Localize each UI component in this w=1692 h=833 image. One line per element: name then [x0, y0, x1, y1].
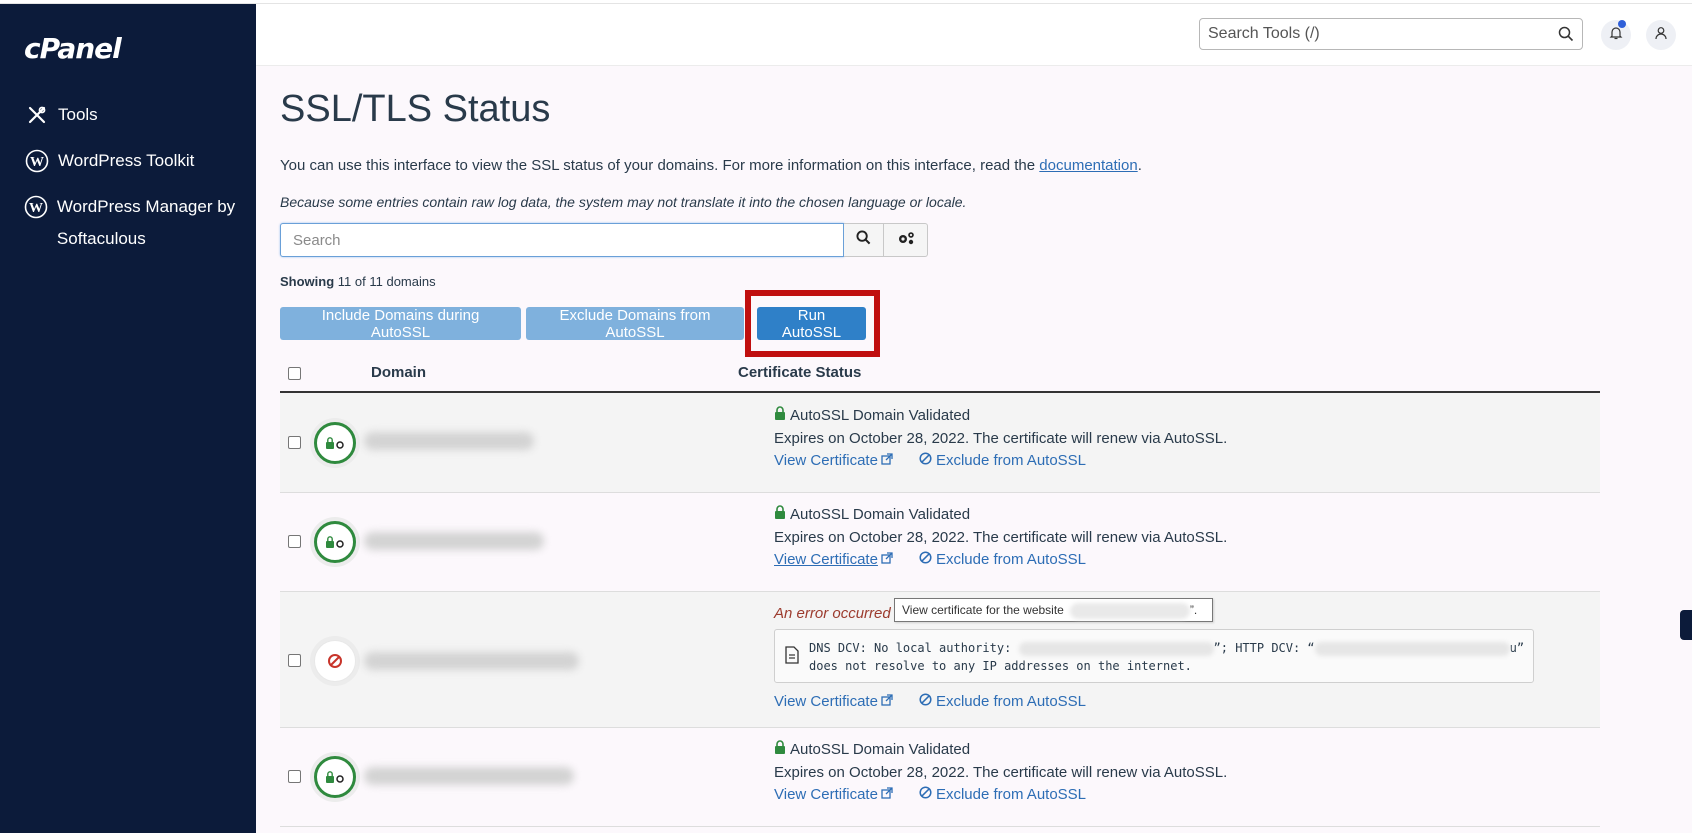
- validated-status-icon: [314, 422, 356, 464]
- error-status-icon: [314, 640, 356, 682]
- external-link-icon: [881, 693, 893, 710]
- search-icon: [856, 230, 871, 250]
- bell-icon: [1609, 26, 1623, 45]
- page-title: SSL/TLS Status: [280, 88, 551, 130]
- row-checkbox[interactable]: [288, 535, 301, 548]
- intro-text: You can use this interface to view the S…: [280, 157, 1142, 174]
- external-link-icon: [881, 786, 893, 803]
- cpanel-logo[interactable]: cPanel: [24, 32, 122, 65]
- domain-name-redacted: [364, 432, 534, 450]
- domain-search-group: [280, 223, 928, 257]
- table-row: AutoSSL Domain Validated Expires on Octo…: [280, 393, 1600, 493]
- ban-icon: [919, 786, 932, 803]
- user-icon: [1654, 26, 1668, 45]
- lock-icon: [774, 503, 786, 526]
- lock-icon: [774, 404, 786, 427]
- sidebar-item-label: Tools: [58, 105, 98, 124]
- domain-name-redacted: [364, 767, 574, 785]
- row-checkbox[interactable]: [288, 654, 301, 667]
- external-link-icon: [881, 452, 893, 469]
- validated-status-icon: [314, 521, 356, 563]
- documentation-link[interactable]: documentation: [1039, 157, 1137, 174]
- wordpress-icon: W: [24, 148, 50, 174]
- showing-count: Showing 11 of 11 domains: [280, 274, 436, 289]
- lock-icon: [774, 738, 786, 761]
- locale-note: Because some entries contain raw log dat…: [280, 194, 967, 210]
- user-menu-button[interactable]: [1646, 20, 1676, 50]
- search-settings-button[interactable]: [884, 223, 928, 257]
- sidebar-item-wordpress-manager[interactable]: W WordPress Manager by Softaculous: [24, 191, 239, 255]
- wordpress-icon: W: [24, 194, 49, 220]
- domain-name-redacted: [364, 652, 579, 670]
- row-checkbox[interactable]: [288, 770, 301, 783]
- validated-status-icon: [314, 756, 356, 798]
- exclude-from-autossl-link[interactable]: Exclude from AutoSSL: [919, 693, 1086, 710]
- table-header: Domain Certificate Status: [280, 355, 1600, 393]
- error-log-box: DNS DCV: No local authority: ”; HTTP DCV…: [774, 629, 1534, 683]
- sidebar-item-label: WordPress Manager by Softaculous: [56, 197, 236, 248]
- sidebar-item-tools[interactable]: Tools: [24, 99, 98, 131]
- ban-icon: [919, 551, 932, 568]
- top-header: [256, 4, 1692, 66]
- table-row: AutoSSL Domain Validated Expires on Octo…: [280, 493, 1600, 592]
- table-row: AutoSSL Domain Validated Expires on Octo…: [280, 728, 1600, 827]
- redacted-text: [1018, 641, 1214, 656]
- sidebar-item-wordpress-toolkit[interactable]: W WordPress Toolkit: [24, 145, 194, 177]
- status-column-header[interactable]: Certificate Status: [738, 364, 861, 381]
- error-log-text: DNS DCV: No local authority: ”; HTTP DCV…: [809, 641, 1525, 673]
- domain-search-input[interactable]: [280, 223, 844, 257]
- main-content: SSL/TLS Status You can use this interfac…: [256, 66, 1692, 833]
- row-checkbox[interactable]: [288, 436, 301, 449]
- view-certificate-tooltip: View certificate for the website”.: [894, 598, 1213, 622]
- domain-column-header[interactable]: Domain: [371, 364, 426, 381]
- view-certificate-link[interactable]: View Certificate: [774, 693, 893, 710]
- redacted-text: [1314, 641, 1510, 656]
- tool-search-input[interactable]: [1200, 19, 1540, 49]
- include-domains-button[interactable]: Include Domains during AutoSSL: [280, 307, 521, 341]
- exclude-from-autossl-link[interactable]: Exclude from AutoSSL: [919, 452, 1086, 469]
- domains-table: Domain Certificate Status AutoSSL Domain…: [280, 355, 1600, 827]
- exclude-domains-button[interactable]: Exclude Domains from AutoSSL: [526, 307, 744, 341]
- svg-text:W: W: [30, 155, 44, 170]
- exclude-from-autossl-link[interactable]: Exclude from AutoSSL: [919, 551, 1086, 568]
- certificate-status: AutoSSL Domain Validated Expires on Octo…: [774, 738, 1227, 803]
- search-button[interactable]: [844, 223, 884, 257]
- run-autossl-button[interactable]: Run AutoSSL: [757, 307, 866, 341]
- ban-icon: [919, 452, 932, 469]
- exclude-from-autossl-link[interactable]: Exclude from AutoSSL: [919, 786, 1086, 803]
- domain-name-redacted: [364, 532, 544, 550]
- search-icon[interactable]: [1558, 26, 1574, 47]
- side-panel-tab[interactable]: [1680, 610, 1692, 640]
- select-all-checkbox[interactable]: [288, 367, 301, 380]
- external-link-icon: [881, 551, 893, 568]
- notifications-button[interactable]: [1601, 20, 1631, 50]
- view-certificate-link[interactable]: View Certificate: [774, 551, 893, 568]
- tool-search-box[interactable]: [1199, 18, 1583, 50]
- gears-icon: [896, 230, 916, 251]
- view-certificate-link[interactable]: View Certificate: [774, 452, 893, 469]
- sidebar: cPanel Tools W WordPress Toolkit W WordP…: [0, 4, 256, 833]
- notification-dot: [1618, 20, 1626, 28]
- certificate-status: AutoSSL Domain Validated Expires on Octo…: [774, 404, 1227, 469]
- svg-text:W: W: [29, 201, 43, 216]
- redacted-text: [1069, 602, 1190, 619]
- ban-icon: [919, 693, 932, 710]
- tools-icon: [24, 102, 50, 128]
- sidebar-item-label: WordPress Toolkit: [58, 151, 195, 170]
- certificate-status: AutoSSL Domain Validated Expires on Octo…: [774, 503, 1227, 568]
- document-icon: [785, 646, 799, 667]
- view-certificate-link[interactable]: View Certificate: [774, 786, 893, 803]
